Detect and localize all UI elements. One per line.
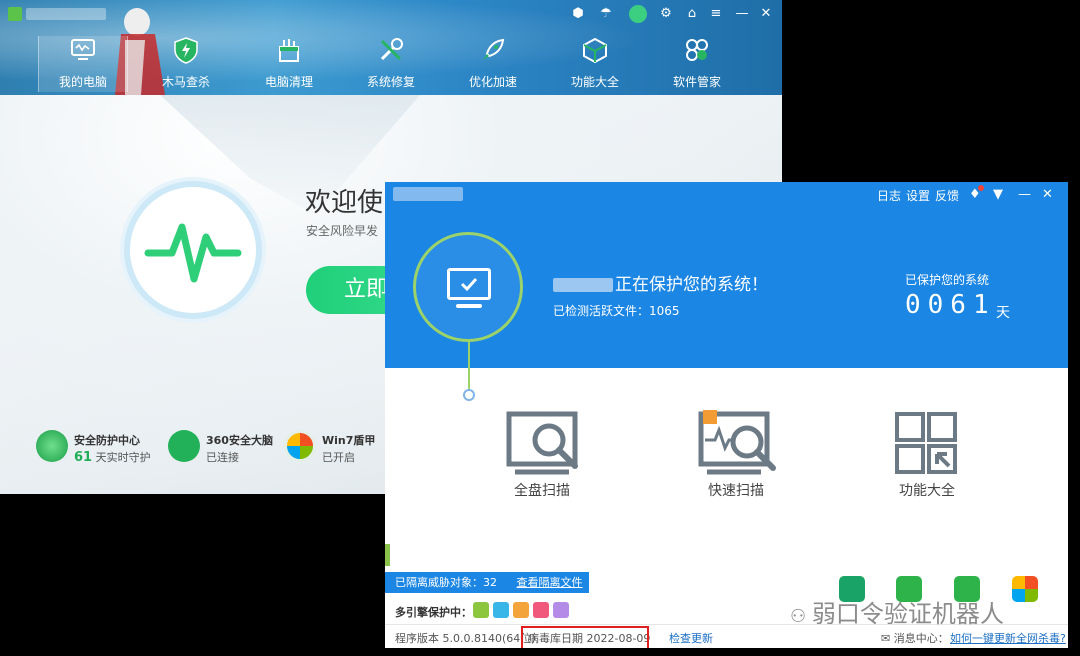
active-files-count: 已检测活跃文件：1065: [553, 304, 680, 318]
protected-days-label: 已保护您的系统: [905, 273, 990, 287]
nav-label: 软件管家: [672, 75, 721, 89]
shield-icon: [174, 37, 198, 64]
feature-sub: 已连接: [206, 451, 239, 464]
view-quarantine-link[interactable]: 查看隔离文件: [517, 576, 583, 589]
watermark: ⚇ 弱口令验证机器人: [790, 600, 1004, 628]
app-logo-icon: [8, 7, 22, 21]
engine-square-icon[interactable]: [513, 602, 529, 618]
feature-title: 360安全大脑: [206, 434, 273, 447]
nav-software-manager[interactable]: 软件管家: [652, 36, 742, 92]
shirt-icon[interactable]: ⌂: [684, 6, 700, 22]
monitor-stand: [456, 304, 482, 308]
timeline-line: [468, 342, 470, 390]
quarantine-bar: 已隔离威胁对象：32 查看隔离文件 ◂: [385, 572, 589, 610]
settings-icon[interactable]: ⚙: [658, 6, 674, 22]
message-link[interactable]: 如何一键更新全网杀毒?: [950, 630, 1066, 646]
highlight-box: [521, 626, 649, 648]
quarantine-count: 已隔离威胁对象：32: [395, 576, 497, 589]
dropdown-icon[interactable]: ▼: [993, 187, 1003, 202]
protect-status-text: 正在保护您的系统！: [553, 270, 768, 295]
nav-label: 木马查杀: [161, 75, 210, 89]
minimize-icon[interactable]: —: [1018, 187, 1031, 202]
shield-hex-icon[interactable]: ⬢: [570, 6, 586, 22]
program-version: 程序版本 5.0.0.8140(64位): [395, 632, 536, 645]
monitor-icon: [447, 268, 491, 300]
windows-logo-icon: [284, 430, 316, 462]
engine-a-icon[interactable]: [533, 602, 549, 618]
quick-scan-label[interactable]: 快速扫描: [666, 480, 806, 500]
full-scan-label[interactable]: 全盘扫描: [472, 480, 612, 500]
rocket-icon: [483, 38, 505, 60]
days-unit: 天: [996, 305, 1010, 321]
tool-windows-icon[interactable]: [1012, 576, 1038, 602]
all-features-label[interactable]: 功能大全: [857, 480, 997, 500]
close-icon[interactable]: ✕: [758, 6, 774, 22]
nav-label: 电脑清理: [264, 75, 313, 89]
user-avatar-icon[interactable]: [629, 5, 647, 23]
close-icon[interactable]: ✕: [1042, 187, 1053, 202]
protected-days-count: 0061: [905, 290, 996, 320]
engine-b-icon[interactable]: [553, 602, 569, 618]
feature-win7-shield[interactable]: Win7盾甲 已开启: [284, 430, 384, 470]
brain-wave-icon: [168, 430, 200, 462]
feature-sub: 61 天实时守护: [74, 450, 151, 465]
umbrella-icon[interactable]: ☂: [598, 6, 614, 22]
feature-title: 安全防护中心: [74, 434, 140, 447]
title-blurred: [26, 8, 106, 20]
engine-cloud-icon[interactable]: [473, 602, 489, 618]
broom-icon: [279, 39, 299, 62]
timeline-dot: [463, 389, 475, 401]
nav-my-computer[interactable]: 我的电脑: [38, 36, 128, 92]
apps-icon: [686, 39, 708, 61]
side-tab[interactable]: [385, 544, 390, 566]
feedback-link[interactable]: 反馈: [935, 187, 959, 204]
wrench-icon: [380, 38, 403, 61]
check-update-link[interactable]: 检查更新: [669, 630, 713, 646]
message-center-label: ✉ 消息中心：: [881, 632, 949, 645]
minimize-icon[interactable]: —: [734, 6, 750, 22]
nav-speedup[interactable]: 优化加速: [448, 36, 538, 92]
log-link[interactable]: 日志: [877, 187, 901, 204]
settings-link[interactable]: 设置: [906, 187, 930, 204]
wechat-icon: ⚇: [790, 606, 812, 627]
antivirus-window: 日志 设置 反馈 ♦ ▼ — ✕ 正在保护您的系统！ 已检测活跃文件：1065 …: [385, 182, 1068, 648]
toolbox-icon[interactable]: [893, 410, 989, 490]
engine-label: 多引擎保护中：: [395, 606, 472, 619]
title-blurred: [393, 187, 463, 201]
nav-all-features[interactable]: 功能大全: [550, 36, 640, 92]
welcome-title: 欢迎使: [305, 188, 384, 218]
nav-label: 系统修复: [366, 75, 415, 89]
nav-label: 我的电脑: [58, 75, 107, 89]
nav-label: 优化加速: [468, 75, 517, 89]
nav-trojan-scan[interactable]: 木马查杀: [141, 36, 231, 92]
engine-circle-icon[interactable]: [493, 602, 509, 618]
nav-cleanup[interactable]: 电脑清理: [244, 36, 334, 92]
protection-status-circle: [413, 232, 523, 342]
cube-icon: [583, 37, 607, 64]
green-shield-icon: [36, 430, 68, 462]
feature-title: Win7盾甲: [322, 434, 376, 447]
nav-label: 功能大全: [570, 75, 619, 89]
product-name-blurred: [553, 278, 613, 292]
nav-system-repair[interactable]: 系统修复: [346, 36, 436, 92]
feature-security-brain[interactable]: 360安全大脑 已连接: [168, 430, 278, 470]
notification-dot: [978, 185, 984, 191]
feature-protection-center[interactable]: 安全防护中心 61 天实时守护: [36, 430, 166, 470]
welcome-subtitle: 安全风险早发: [306, 224, 379, 238]
feature-sub: 已开启: [322, 451, 355, 464]
quick-scan-icon[interactable]: [697, 410, 793, 490]
monitor-icon: [71, 39, 95, 60]
heartbeat-icon: [144, 223, 242, 283]
full-scan-icon[interactable]: [505, 410, 601, 490]
menu-icon[interactable]: ≡: [708, 6, 724, 22]
mail-icon: ✉: [881, 632, 894, 645]
